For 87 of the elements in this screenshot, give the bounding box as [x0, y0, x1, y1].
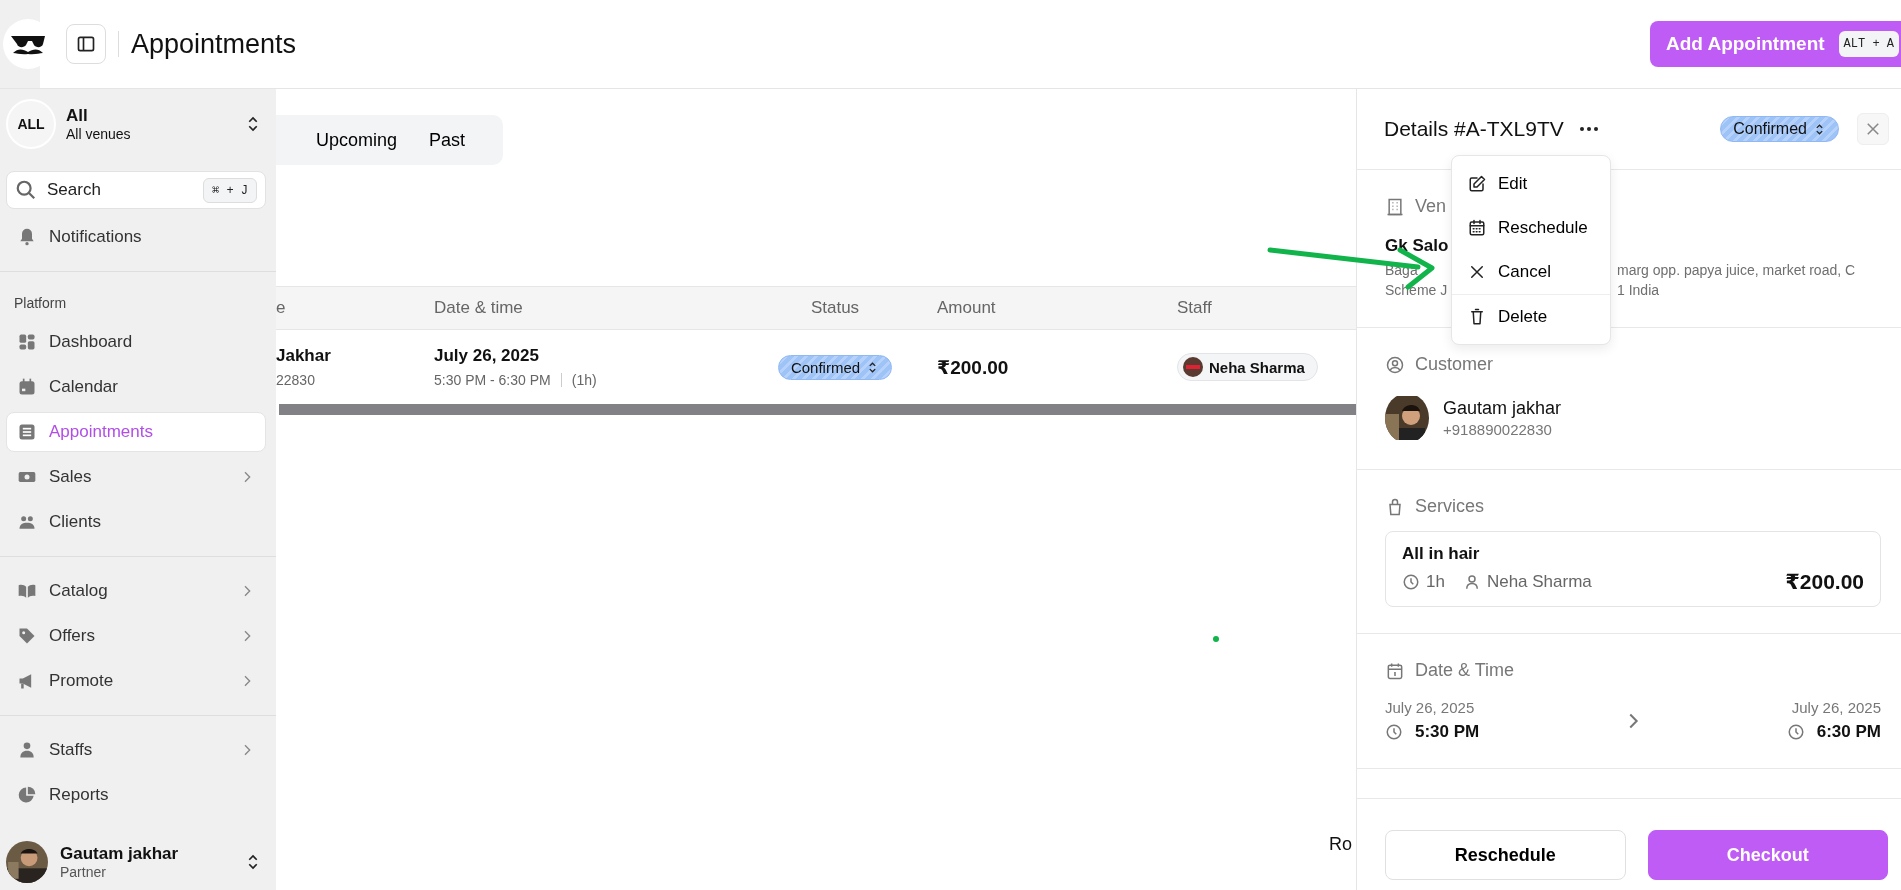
column-header: e	[276, 298, 287, 318]
clock-icon	[1402, 573, 1420, 591]
clock-icon	[1385, 723, 1403, 741]
venue-badge: ALL	[6, 99, 56, 149]
column-header: Status	[809, 298, 861, 318]
sidebar-toggle-button[interactable]	[66, 24, 106, 64]
menu-item[interactable]: Delete	[1452, 294, 1610, 338]
column-header: Staff	[1177, 298, 1213, 318]
tag-icon	[17, 626, 37, 646]
page-title: Appointments	[131, 28, 297, 60]
sidebar-item[interactable]: Offers	[6, 616, 266, 656]
venue-selector[interactable]: ALL All All venues	[6, 95, 266, 153]
pie-chart-icon	[17, 785, 37, 805]
pagination-label: Ro	[1329, 834, 1352, 856]
sidebar-item[interactable]: Calendar	[6, 367, 266, 407]
sidebar-item[interactable]: Appointments	[6, 412, 266, 452]
venue-name: All	[66, 106, 89, 126]
calendar-icon	[17, 377, 37, 397]
address-text: 1 India	[1617, 282, 1660, 298]
shortcut-key: ALT + A	[1838, 31, 1899, 57]
details-title: Details #A-TXL9TV	[1384, 117, 1564, 141]
section-heading: Ven	[1415, 196, 1447, 217]
sidebar-item[interactable]: Clients	[6, 502, 266, 542]
building-icon	[1385, 196, 1405, 217]
edit-icon	[1468, 175, 1486, 193]
filter-tab[interactable]: Past	[415, 121, 480, 159]
service-name: All in hair	[1402, 544, 1481, 564]
venue-subtitle: All venues	[66, 126, 132, 142]
sidebar-item[interactable]: Reports	[6, 775, 266, 815]
sidebar-item[interactable]: Sales	[6, 457, 266, 497]
user-name: Gautam jakhar	[60, 844, 180, 864]
staff-chip: Neha Sharma	[1177, 353, 1318, 381]
customer-phone: +918890022830	[1443, 421, 1553, 438]
dot-marker	[1213, 636, 1219, 642]
menu-item[interactable]: Edit	[1452, 162, 1610, 206]
chevron-up-down-icon	[1813, 122, 1826, 136]
scrollbar[interactable]	[279, 404, 1356, 415]
close-icon	[1468, 263, 1486, 281]
sidebar-item[interactable]: Staffs	[6, 730, 266, 770]
customer-name: Gautam jakhar	[1443, 398, 1562, 419]
shortcut-key: ⌘ + J	[202, 178, 257, 203]
appointment-amount: ₹200.00	[937, 356, 1009, 378]
section-heading: Services	[1415, 496, 1485, 517]
user-role: Partner	[60, 864, 107, 880]
search-icon	[15, 179, 37, 201]
service-staff: Neha Sharma	[1486, 572, 1592, 592]
status-dropdown[interactable]: Confirmed	[777, 354, 893, 380]
end-date: July 26, 2025	[1791, 699, 1881, 716]
status-dropdown[interactable]: Confirmed	[1720, 116, 1839, 142]
reschedule-button[interactable]: Reschedule	[1385, 830, 1626, 880]
column-header: Date & time	[434, 298, 524, 318]
appointment-date: July 26, 2025	[434, 346, 540, 366]
section-label: Platform	[13, 294, 68, 313]
dashboard-icon	[17, 332, 37, 352]
end-time: 6:30 PM	[1816, 722, 1881, 742]
add-appointment-button[interactable]: Add Appointment ALT + A	[1649, 21, 1901, 67]
clock-icon	[1786, 723, 1805, 741]
notifications-item[interactable]: Notifications	[6, 217, 266, 257]
address-text: marg opp. papya juice, market road, C	[1617, 262, 1856, 278]
start-date: July 26, 2025	[1385, 699, 1476, 716]
column-header: Amount	[936, 298, 997, 318]
section-heading: Date & Time	[1415, 660, 1515, 681]
list-icon	[17, 422, 37, 442]
sidebar-item[interactable]: Catalog	[6, 571, 266, 611]
client-phone: 22830	[276, 372, 316, 388]
appointment-time: 5:30 PM - 6:30 PM	[434, 372, 551, 388]
more-icon	[1579, 127, 1598, 131]
service-price: ₹200.00	[1785, 570, 1864, 594]
sidebar-item[interactable]: Promote	[6, 661, 266, 701]
start-time: 5:30 PM	[1415, 722, 1480, 742]
user-menu[interactable]: Gautam jakhar Partner	[6, 834, 266, 890]
sidebar-item[interactable]: Dashboard	[6, 322, 266, 362]
person-icon	[17, 740, 37, 760]
appointment-duration: (1h)	[571, 372, 597, 388]
calendar-icon	[1468, 219, 1486, 237]
user-circle-icon	[1385, 354, 1405, 375]
service-duration: 1h	[1426, 572, 1445, 592]
address-text: Scheme J	[1385, 282, 1449, 298]
trash-icon	[1468, 307, 1486, 326]
filter-tab[interactable]: Upcoming	[302, 121, 412, 159]
sidebar-icon	[76, 34, 96, 54]
section-heading: Customer	[1415, 354, 1494, 375]
client-name: Jakhar	[276, 346, 332, 366]
menu-item[interactable]: Cancel	[1452, 250, 1610, 294]
more-options-button[interactable]	[1577, 125, 1600, 133]
menu-item[interactable]: Reschedule	[1452, 206, 1610, 250]
close-icon	[1864, 120, 1882, 138]
